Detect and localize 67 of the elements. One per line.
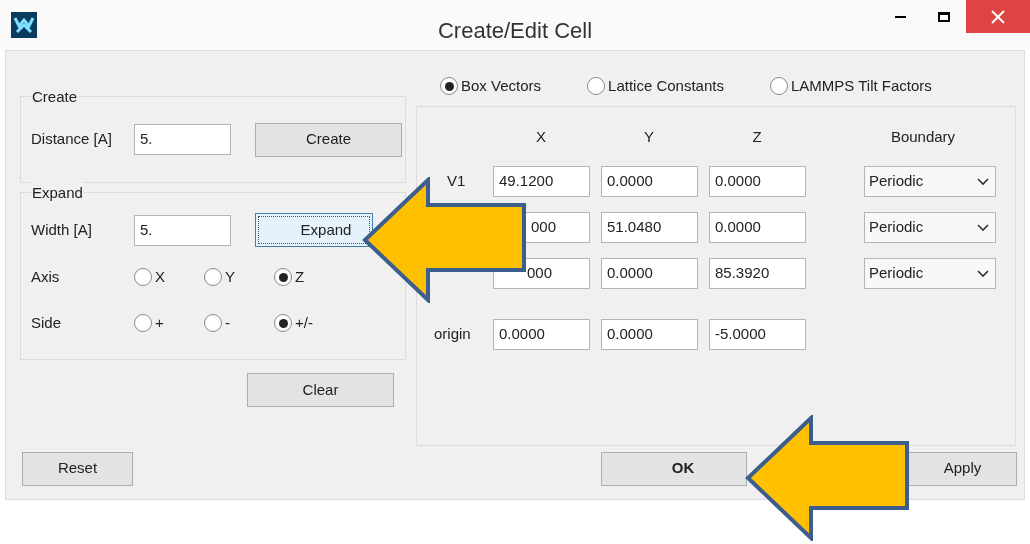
row-label: V1	[447, 172, 466, 190]
radio-option[interactable]: LAMMPS Tilt Factors	[769, 66, 932, 106]
radio-button[interactable]	[274, 268, 292, 286]
radio-button[interactable]	[204, 314, 222, 332]
radio-button[interactable]	[769, 77, 788, 95]
radio-label: Y	[225, 266, 235, 287]
radio-option[interactable]: -	[204, 311, 244, 335]
boundary-dropdown[interactable]: Periodic	[864, 212, 996, 243]
text-field[interactable]: 0.0000	[601, 319, 698, 350]
arrow-icon	[745, 415, 911, 541]
text-field[interactable]: 000	[526, 212, 590, 243]
field-label: Width [A]	[31, 219, 93, 240]
field-label: Distance [A]	[31, 129, 113, 150]
radio-option[interactable]: X	[134, 265, 174, 289]
text-field[interactable]: 0.0000	[601, 258, 698, 289]
app-logo-icon	[11, 12, 37, 38]
radio-label: Z	[295, 266, 305, 287]
text-field[interactable]: 0.0000	[709, 212, 806, 243]
chevron-down-icon	[977, 177, 989, 186]
radio-button[interactable]	[587, 77, 606, 95]
radio-button[interactable]	[274, 314, 292, 332]
radio-option[interactable]: +/-	[274, 311, 314, 335]
clear-button[interactable]: Clear	[247, 373, 394, 407]
radio-label: +/-	[295, 312, 313, 333]
text-field[interactable]: 5.	[134, 214, 231, 246]
text-field[interactable]: 51.0480	[601, 212, 698, 243]
radio-button[interactable]	[204, 268, 222, 286]
radio-label: +	[155, 312, 164, 333]
chevron-down-icon	[977, 223, 989, 232]
radio-label: -	[225, 312, 230, 333]
text-field[interactable]: 5.	[134, 124, 231, 155]
boundary-dropdown[interactable]: Periodic	[864, 258, 996, 289]
radio-label: X	[155, 266, 165, 287]
reset-button[interactable]: Reset	[22, 451, 133, 486]
field-label: Side	[31, 312, 63, 333]
close-button[interactable]	[966, 0, 1030, 33]
text-field[interactable]: 0.0000	[709, 166, 806, 197]
radio-button[interactable]	[134, 314, 152, 332]
text-field[interactable]: 0.0000	[493, 319, 590, 350]
text-field[interactable]: 49.1200	[493, 166, 590, 197]
chevron-down-icon	[977, 269, 989, 278]
radio-option[interactable]: Y	[204, 265, 244, 289]
radio-option[interactable]: Box Vectors	[440, 66, 542, 106]
text-field[interactable]: 0.0000	[601, 166, 698, 197]
column-header: Boundary	[889, 126, 957, 147]
boundary-dropdown[interactable]: Periodic	[864, 166, 996, 197]
expand-button[interactable]: Expand	[255, 213, 373, 247]
radio-option[interactable]: Lattice Constants	[587, 66, 724, 106]
close-icon	[991, 9, 1005, 24]
column-header: X	[535, 126, 547, 147]
ok-button[interactable]: OK	[601, 451, 747, 486]
radio-button[interactable]	[134, 268, 152, 286]
radio-label: Box Vectors	[461, 75, 542, 96]
radio-option[interactable]: Z	[274, 265, 314, 289]
radio-button[interactable]	[440, 77, 458, 95]
radio-label: LAMMPS Tilt Factors	[790, 75, 932, 96]
row-label: origin	[434, 325, 471, 343]
column-header: Y	[643, 126, 655, 147]
window-title: Create/Edit Cell	[437, 17, 593, 45]
radio-option[interactable]: +	[134, 311, 174, 335]
column-header: Z	[751, 126, 763, 147]
field-label: Axis	[31, 266, 61, 287]
create-button[interactable]: Create	[255, 122, 402, 157]
apply-button[interactable]: Apply	[908, 451, 1017, 486]
radio-label: Lattice Constants	[608, 75, 724, 96]
text-field[interactable]: -5.0000	[709, 319, 806, 350]
text-field[interactable]: 85.3920	[709, 258, 806, 289]
